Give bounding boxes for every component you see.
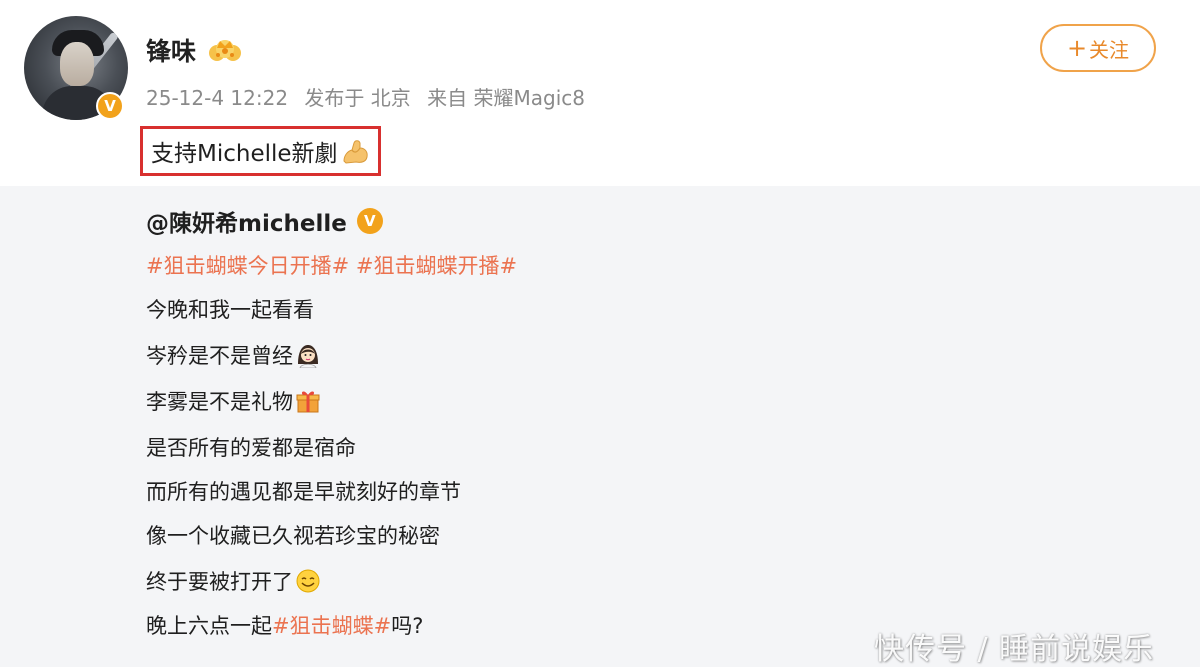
plus-icon: + [1066, 34, 1088, 62]
repost-line-text: 李雾是不是礼物 [146, 390, 293, 414]
follow-label: 关注 [1089, 37, 1130, 62]
repost-line-suffix: 吗? [391, 614, 424, 638]
post-location: 发布于 北京 [304, 86, 411, 110]
post-text: 支持Michelle新劇 [151, 141, 338, 167]
hashtag-link[interactable]: #狙击蝴蝶# [272, 610, 391, 640]
crown-icon [209, 40, 241, 61]
repost-line: 是否所有的爱都是宿命 [146, 436, 356, 460]
smiling-face-emoji [296, 569, 320, 593]
woman-emoji [298, 345, 318, 368]
avatar-face [60, 42, 94, 86]
verified-v-badge-icon: V [356, 208, 383, 234]
repost-line: 今晚和我一起看看 [146, 298, 314, 322]
post-device: 来自 荣耀Magic8 [427, 86, 585, 110]
verified-v-badge-icon: V [96, 92, 124, 120]
post-meta: 25-12-4 12:22 发布于 北京 来自 荣耀Magic8 [146, 82, 595, 111]
repost-line: 岑矜是不是曾经 [146, 340, 321, 370]
repost-line: 李雾是不是礼物 [146, 386, 321, 416]
follow-button[interactable]: + 关注 [1040, 24, 1156, 72]
repost-line: 终于要被打开了 [146, 566, 321, 596]
gift-emoji [296, 391, 320, 413]
repost-line: 而所有的遇见都是早就刻好的章节 [146, 480, 461, 504]
repost-line: 像一个收藏已久视若珍宝的秘密 [146, 524, 440, 548]
repost-author[interactable]: @陳妍希michelle V [146, 204, 383, 238]
post-timestamp[interactable]: 25-12-4 12:22 [146, 86, 288, 110]
repost-author-name[interactable]: @陳妍希michelle [146, 204, 347, 238]
repost-line-prefix: 晚上六点一起 [146, 614, 272, 638]
repost-line: 晚上六点一起 #狙击蝴蝶# 吗? [146, 610, 423, 640]
flexed-biceps-emoji [343, 140, 368, 164]
repost-line-text: 岑矜是不是曾经 [146, 344, 293, 368]
repost-hashtags[interactable]: #狙击蝴蝶今日开播# #狙击蝴蝶开播# [146, 250, 517, 280]
post-text-highlight: 支持Michelle新劇 [140, 126, 381, 176]
weibo-post-page: V 锋味 25-12-4 12:22 发布于 北京 来自 荣耀Magic8 + … [0, 0, 1200, 667]
repost-line-text: 终于要被打开了 [146, 570, 293, 594]
username[interactable]: 锋味 [146, 32, 196, 68]
watermark: 快传号 / 睡前说娱乐 [874, 632, 1155, 667]
